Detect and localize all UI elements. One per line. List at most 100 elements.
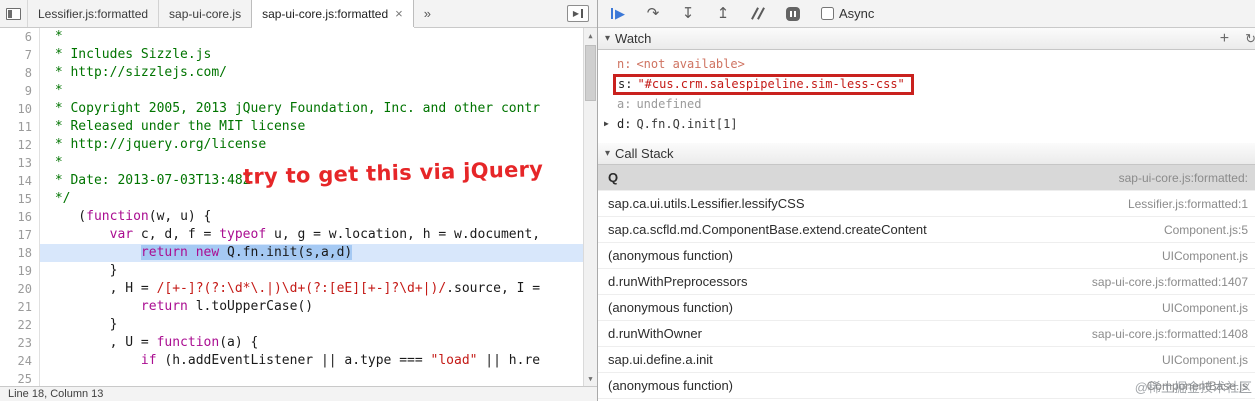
pretty-print-button[interactable]: ▶ xyxy=(567,5,589,22)
code-line-text[interactable]: * Date: 2013-07-03T13:48Z xyxy=(40,172,597,190)
watch-item[interactable]: s: "#cus.crm.salespipeline.sim-less-css" xyxy=(598,73,1255,95)
callstack-frame[interactable]: d.runWithOwner sap-ui-core.js:formatted:1… xyxy=(598,321,1255,347)
code-line-text[interactable]: if (h.addEventListener || a.type === "lo… xyxy=(40,352,597,370)
collapse-triangle-icon[interactable]: ▾ xyxy=(605,33,610,44)
code-line-text[interactable]: * Includes Sizzle.js xyxy=(40,46,597,64)
callstack-frame[interactable]: sap.ca.scfld.md.ComponentBase.extend.cre… xyxy=(598,217,1255,243)
line-number[interactable]: 9 xyxy=(0,82,40,100)
code-line-text[interactable]: * xyxy=(40,28,597,46)
scroll-up-icon[interactable]: ▲ xyxy=(584,28,597,43)
code-line-text[interactable]: */ xyxy=(40,190,597,208)
resume-button[interactable]: ▶ xyxy=(609,5,627,23)
callstack-frame[interactable]: (anonymous function) ComponentBase.js xyxy=(598,373,1255,399)
line-number[interactable]: 21 xyxy=(0,298,40,316)
watch-item[interactable]: a: undefined xyxy=(598,94,1255,114)
file-tabs: Lessifier.js:formatted sap-ui-core.js sap-… xyxy=(28,0,414,27)
pause-on-exceptions-button[interactable] xyxy=(784,5,802,23)
editor-vertical-scrollbar[interactable]: ▲ ▼ xyxy=(583,28,597,386)
frame-function-name: Q xyxy=(608,170,619,185)
line-number[interactable]: 16 xyxy=(0,208,40,226)
scroll-down-icon[interactable]: ▼ xyxy=(584,371,597,386)
collapse-triangle-icon[interactable]: ▾ xyxy=(605,148,610,159)
code-line-text[interactable]: * Copyright 2005, 2013 jQuery Foundation… xyxy=(40,100,597,118)
line-number[interactable]: 22 xyxy=(0,316,40,334)
callstack-frame[interactable]: sap.ui.define.a.init UIComponent.js xyxy=(598,347,1255,373)
async-toggle: Async xyxy=(821,6,874,21)
line-number[interactable]: 17 xyxy=(0,226,40,244)
code-token: * xyxy=(47,83,63,98)
line-number[interactable]: 11 xyxy=(0,118,40,136)
tab-label: sap-ui-core.js:formatted xyxy=(262,6,389,21)
line-number[interactable]: 23 xyxy=(0,334,40,352)
code-token: c, d, f = xyxy=(133,227,220,242)
expand-arrow-icon[interactable]: ▶ xyxy=(604,114,609,134)
step-out-button[interactable]: ↥ xyxy=(714,5,732,23)
step-into-button[interactable]: ↧ xyxy=(679,5,697,23)
async-checkbox[interactable] xyxy=(821,7,834,20)
code-line: 24 if (h.addEventListener || a.type === … xyxy=(0,352,597,370)
frame-function-name: sap.ca.ui.utils.Lessifier.lessifyCSS xyxy=(608,196,805,211)
code-token: * http://jquery.org/license xyxy=(47,137,267,152)
line-number[interactable]: 18 xyxy=(0,244,40,262)
code-line-text[interactable]: * Released under the MIT license xyxy=(40,118,597,136)
code-line-text[interactable]: * http://jquery.org/license xyxy=(40,136,597,154)
step-over-button[interactable]: ↷ xyxy=(644,5,662,23)
bar-icon xyxy=(581,9,584,18)
line-number[interactable]: 13 xyxy=(0,154,40,172)
watch-title: Watch xyxy=(615,31,652,46)
code-line-text[interactable]: return l.toUpperCase() xyxy=(40,298,597,316)
refresh-watch-icon[interactable]: ↻ xyxy=(1245,31,1255,47)
line-number[interactable]: 24 xyxy=(0,352,40,370)
code-token: Q.fn.init(s,a,d) xyxy=(219,245,353,260)
line-number[interactable]: 7 xyxy=(0,46,40,64)
code-line-text[interactable]: * xyxy=(40,154,597,172)
code-token: * http://sizzlejs.com/ xyxy=(47,65,228,80)
line-number[interactable]: 12 xyxy=(0,136,40,154)
tab-overflow-button[interactable]: » xyxy=(414,6,441,21)
code-line-text[interactable]: return new Q.fn.init(s,a,d) xyxy=(40,244,597,262)
code-line-text[interactable]: var c, d, f = typeof u, g = w.location, … xyxy=(40,226,597,244)
resume-play-icon: ▶ xyxy=(615,6,625,21)
code-line-text[interactable]: (function(w, u) { xyxy=(40,208,597,226)
deactivate-breakpoints-button[interactable] xyxy=(749,5,767,23)
code-token: * Released under the MIT license xyxy=(47,119,306,134)
callstack-frame[interactable]: Qsap-ui-core.js:formatted: xyxy=(598,165,1255,191)
show-navigator-button[interactable] xyxy=(0,0,28,27)
code-line: 10 * Copyright 2005, 2013 jQuery Foundat… xyxy=(0,100,597,118)
watch-item[interactable]: ▶ d: Q.fn.Q.init[1] xyxy=(598,114,1255,134)
tab-close-icon[interactable]: × xyxy=(395,7,403,20)
code-line-text[interactable]: * http://sizzlejs.com/ xyxy=(40,64,597,82)
file-tab[interactable]: sap-ui-core.js:formatted × xyxy=(252,0,414,27)
code-line-text[interactable] xyxy=(40,370,597,386)
watch-item[interactable]: n: <not available> xyxy=(598,54,1255,74)
line-number[interactable]: 15 xyxy=(0,190,40,208)
code-editor[interactable]: 6 * 7 * Includes Sizzle.js 8 * http://sizz… xyxy=(0,28,597,386)
file-tab[interactable]: Lessifier.js:formatted xyxy=(28,0,160,27)
callstack-section-header[interactable]: ▾ Call Stack xyxy=(598,143,1255,165)
line-number[interactable]: 20 xyxy=(0,280,40,298)
callstack-frame[interactable]: (anonymous function) UIComponent.js xyxy=(598,295,1255,321)
callstack-frame[interactable]: (anonymous function) UIComponent.js xyxy=(598,243,1255,269)
code-line-text[interactable]: } xyxy=(40,316,597,334)
file-tab[interactable]: sap-ui-core.js xyxy=(159,0,253,27)
code-line-text[interactable]: , H = /[+-]?(?:\d*\.|)\d+(?:[eE][+-]?\d+… xyxy=(40,280,597,298)
callstack-frame[interactable]: d.runWithPreprocessors sap-ui-core.js:for… xyxy=(598,269,1255,295)
code-line-text[interactable]: , U = function(a) { xyxy=(40,334,597,352)
code-line-text[interactable]: } xyxy=(40,262,597,280)
code-line-text[interactable]: * xyxy=(40,82,597,100)
add-watch-expression-icon[interactable]: + xyxy=(1220,30,1229,47)
line-number[interactable]: 25 xyxy=(0,370,40,386)
line-number[interactable]: 10 xyxy=(0,100,40,118)
callstack-frame[interactable]: sap.ca.ui.utils.Lessifier.lessifyCSS Less… xyxy=(598,191,1255,217)
line-number[interactable]: 8 xyxy=(0,64,40,82)
watch-section-header[interactable]: ▾ Watch + ↻ xyxy=(598,28,1255,50)
frame-location: sap-ui-core.js:formatted:1407 xyxy=(1091,274,1248,289)
code-line: 12 * http://jquery.org/license xyxy=(0,136,597,154)
scrollbar-thumb[interactable] xyxy=(585,45,596,101)
code-line: 25 xyxy=(0,370,597,386)
line-number[interactable]: 6 xyxy=(0,28,40,46)
line-number[interactable]: 14 xyxy=(0,172,40,190)
line-number[interactable]: 19 xyxy=(0,262,40,280)
